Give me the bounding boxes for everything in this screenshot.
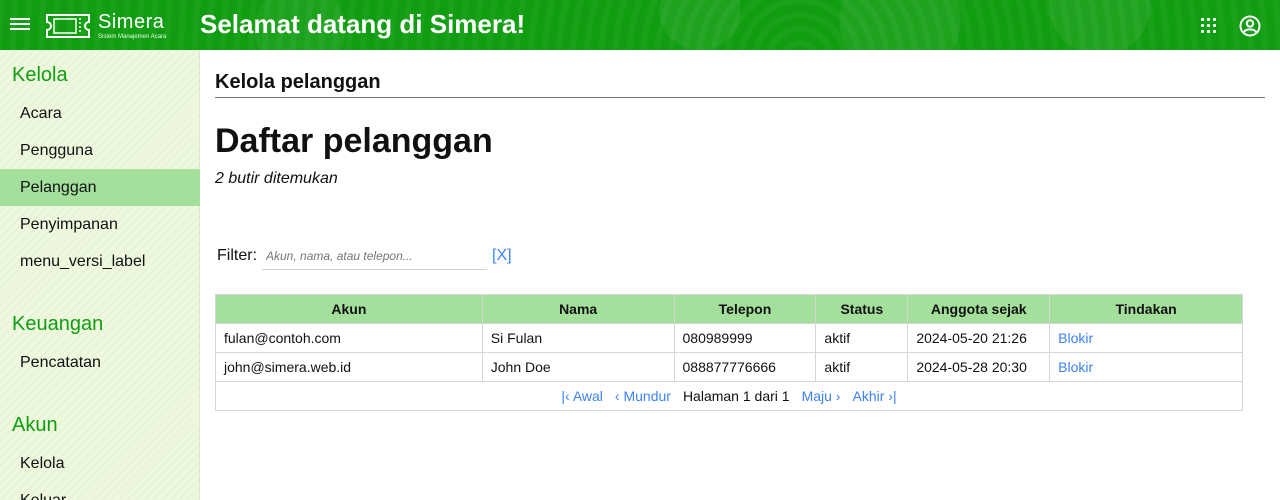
- sidebar-item-keluar[interactable]: Keluar: [0, 482, 200, 500]
- first-page-icon: |‹: [561, 388, 573, 404]
- sidebar-item-pelanggan[interactable]: Pelanggan: [0, 169, 200, 206]
- logo-subtitle: Sistem Manajemen Acara: [98, 34, 167, 40]
- pagination: |‹ Awal ‹ Mundur Halaman 1 dari 1 Maju ›…: [215, 381, 1243, 411]
- sidebar-item-kelola-akun[interactable]: Kelola: [0, 445, 200, 482]
- cell-status: aktif: [815, 352, 909, 382]
- result-count: 2 butir ditemukan: [215, 170, 338, 187]
- last-page-link[interactable]: Akhir ›|: [852, 388, 896, 404]
- page-info: Halaman 1 dari 1: [682, 388, 790, 404]
- next-page-link[interactable]: Maju ›: [802, 388, 841, 404]
- sidebar-section-keuangan: Keuangan: [12, 313, 104, 335]
- ticket-logo-icon: [46, 14, 90, 38]
- app-header: Simera Sistem Manajemen Acara Selamat da…: [0, 0, 1280, 50]
- last-page-icon: ›|: [884, 388, 897, 404]
- filter-clear-button[interactable]: [X]: [492, 247, 512, 265]
- sidebar-section-kelola: Kelola: [12, 64, 68, 86]
- page-title: Daftar pelanggan: [215, 122, 493, 160]
- cell-akun: fulan@contoh.com: [215, 323, 483, 353]
- cell-akun: john@simera.web.id: [215, 352, 483, 382]
- column-header-anggota-sejak[interactable]: Anggota sejak: [907, 294, 1051, 324]
- prev-page-link[interactable]: ‹ Mundur: [615, 388, 671, 404]
- divider: [215, 97, 1265, 98]
- block-link[interactable]: Blokir: [1049, 352, 1243, 382]
- cell-anggota-sejak: 2024-05-28 20:30: [907, 352, 1051, 382]
- sidebar-item-menu-versi[interactable]: menu_versi_label: [0, 243, 200, 280]
- logo-name: Simera: [98, 11, 165, 33]
- table-row: john@simera.web.id John Doe 088877776666…: [215, 352, 1243, 382]
- table-row: fulan@contoh.com Si Fulan 080989999 akti…: [215, 323, 1243, 353]
- sidebar-section-akun: Akun: [12, 414, 58, 436]
- cell-nama: Si Fulan: [481, 323, 675, 353]
- app-logo[interactable]: Simera Sistem Manajemen Acara: [44, 10, 166, 42]
- cell-telepon: 088877776666: [673, 352, 817, 382]
- sidebar-item-acara[interactable]: Acara: [0, 95, 200, 132]
- cell-status: aktif: [815, 323, 909, 353]
- apps-grid-icon[interactable]: [1201, 18, 1217, 34]
- pagination-row: |‹ Awal ‹ Mundur Halaman 1 dari 1 Maju ›…: [215, 381, 1243, 411]
- column-header-nama[interactable]: Nama: [481, 294, 675, 324]
- sidebar: Kelola Acara Pengguna Pelanggan Penyimpa…: [0, 50, 200, 500]
- sidebar-item-penyimpanan[interactable]: Penyimpanan: [0, 206, 200, 243]
- table-header-row: Akun Nama Telepon Status Anggota sejak T…: [215, 294, 1243, 324]
- customer-table: Akun Nama Telepon Status Anggota sejak T…: [215, 294, 1243, 411]
- block-link[interactable]: Blokir: [1049, 323, 1243, 353]
- cell-telepon: 080989999: [673, 323, 817, 353]
- sidebar-item-pencatatan[interactable]: Pencatatan: [0, 344, 200, 381]
- chevron-right-icon: ›: [831, 388, 841, 404]
- column-header-tindakan: Tindakan: [1049, 294, 1243, 324]
- column-header-akun[interactable]: Akun: [215, 294, 483, 324]
- breadcrumb: Kelola pelanggan: [215, 71, 381, 93]
- column-header-telepon[interactable]: Telepon: [673, 294, 817, 324]
- cell-nama: John Doe: [481, 352, 675, 382]
- filter-input[interactable]: [262, 243, 487, 270]
- filter-label: Filter:: [217, 247, 258, 264]
- column-header-status[interactable]: Status: [815, 294, 909, 324]
- first-page-link[interactable]: |‹ Awal: [561, 388, 603, 404]
- sidebar-item-pengguna[interactable]: Pengguna: [0, 132, 200, 169]
- app-title: Selamat datang di Simera!: [200, 9, 526, 39]
- hamburger-menu-icon[interactable]: [10, 15, 30, 35]
- account-circle-icon[interactable]: [1239, 15, 1261, 37]
- cell-anggota-sejak: 2024-05-20 21:26: [907, 323, 1051, 353]
